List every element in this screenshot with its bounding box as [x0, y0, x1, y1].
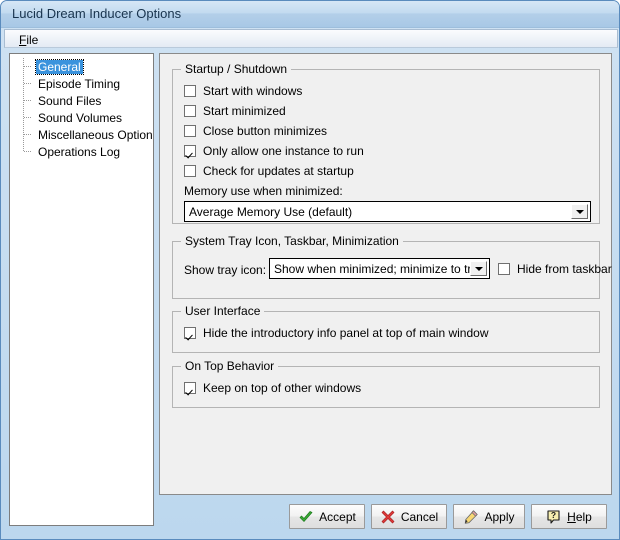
apply-button[interactable]: Apply — [453, 504, 525, 529]
sidebar-item-label: Miscellaneous Options — [36, 128, 154, 142]
checkbox-box[interactable] — [184, 382, 196, 394]
group-system-tray: System Tray Icon, Taskbar, Minimization … — [172, 241, 600, 299]
checkbox-label: Start minimized — [203, 104, 286, 118]
checkbox-box[interactable] — [184, 145, 196, 157]
sidebar-item-episode-timing[interactable]: Episode Timing — [10, 75, 153, 92]
options-window: Lucid Dream Inducer Options File General… — [0, 0, 620, 540]
checkbox-hide-intro-panel[interactable]: Hide the introductory info panel at top … — [184, 326, 489, 340]
checkbox-label: Close button minimizes — [203, 124, 327, 138]
pencil-icon — [463, 509, 479, 525]
cancel-button-label: Cancel — [401, 510, 438, 524]
sidebar-item-sound-files[interactable]: Sound Files — [10, 92, 153, 109]
checkbox-close-button-minimizes[interactable]: Close button minimizes — [184, 124, 327, 138]
sidebar-item-sound-volumes[interactable]: Sound Volumes — [10, 109, 153, 126]
checkbox-box[interactable] — [184, 327, 196, 339]
group-user-interface: User Interface Hide the introductory inf… — [172, 311, 600, 353]
accept-button-label: Accept — [319, 510, 356, 524]
menu-item-file[interactable]: File — [15, 32, 42, 48]
checkbox-hide-from-taskbar[interactable]: Hide from taskbar — [498, 262, 612, 276]
checkbox-box[interactable] — [184, 85, 196, 97]
show-tray-icon-combobox[interactable]: Show when minimized; minimize to tray — [269, 258, 490, 279]
settings-tree: General Episode Timing Sound Files Sound… — [10, 54, 153, 160]
sidebar-item-miscellaneous-options[interactable]: Miscellaneous Options — [10, 126, 153, 143]
accept-button[interactable]: Accept — [289, 504, 365, 529]
checkbox-keep-on-top[interactable]: Keep on top of other windows — [184, 381, 361, 395]
show-tray-icon-label: Show tray icon: — [184, 263, 266, 277]
checkbox-box[interactable] — [184, 125, 196, 137]
checkbox-label: Hide the introductory info panel at top … — [203, 326, 489, 340]
cancel-button[interactable]: Cancel — [371, 504, 447, 529]
menu-bar: File — [4, 29, 618, 48]
tree-guide-horizontal — [24, 100, 32, 101]
checkbox-start-minimized[interactable]: Start minimized — [184, 104, 286, 118]
group-startup-shutdown: Startup / Shutdown Start with windows St… — [172, 69, 600, 224]
sidebar-item-label: Episode Timing — [36, 77, 122, 91]
tree-guide-horizontal — [24, 151, 32, 152]
group-title: User Interface — [181, 304, 264, 318]
cross-icon — [380, 509, 396, 525]
group-on-top-behavior: On Top Behavior Keep on top of other win… — [172, 366, 600, 408]
tree-guide-horizontal — [24, 66, 32, 67]
title-bar: Lucid Dream Inducer Options — [1, 1, 620, 28]
checkbox-label: Check for updates at startup — [203, 164, 354, 178]
settings-content-panel: Startup / Shutdown Start with windows St… — [159, 53, 612, 495]
settings-tree-panel[interactable]: General Episode Timing Sound Files Sound… — [9, 53, 154, 526]
help-button-label: Help — [567, 510, 592, 524]
checkbox-box[interactable] — [498, 263, 510, 275]
menu-item-file-label: ile — [26, 33, 38, 47]
checkbox-label: Keep on top of other windows — [203, 381, 361, 395]
checkbox-label: Start with windows — [203, 84, 302, 98]
checkbox-label: Hide from taskbar — [517, 262, 612, 276]
checkbox-check-for-updates[interactable]: Check for updates at startup — [184, 164, 354, 178]
checkbox-only-allow-one-instance[interactable]: Only allow one instance to run — [184, 144, 364, 158]
checkbox-label: Only allow one instance to run — [203, 144, 364, 158]
apply-button-label: Apply — [484, 510, 514, 524]
help-button[interactable]: ? Help — [531, 504, 607, 529]
sidebar-item-general[interactable]: General — [10, 58, 153, 75]
tree-guide-horizontal — [24, 117, 32, 118]
show-tray-icon-value: Show when minimized; minimize to tray — [270, 262, 470, 276]
memory-use-combobox[interactable]: Average Memory Use (default) — [184, 201, 591, 222]
checkbox-start-with-windows[interactable]: Start with windows — [184, 84, 302, 98]
window-title: Lucid Dream Inducer Options — [12, 6, 181, 21]
sidebar-item-label: Operations Log — [36, 145, 122, 159]
sidebar-item-label: General — [36, 60, 83, 74]
group-title: Startup / Shutdown — [181, 62, 291, 76]
group-title: On Top Behavior — [181, 359, 278, 373]
sidebar-item-label: Sound Volumes — [36, 111, 124, 125]
memory-use-value: Average Memory Use (default) — [185, 205, 571, 219]
tree-guide-horizontal — [24, 134, 32, 135]
tree-guide-horizontal — [24, 83, 32, 84]
chevron-down-icon[interactable] — [470, 261, 487, 276]
group-title: System Tray Icon, Taskbar, Minimization — [181, 234, 403, 248]
sidebar-item-label: Sound Files — [36, 94, 103, 108]
sidebar-item-operations-log[interactable]: Operations Log — [10, 143, 153, 160]
checkbox-box[interactable] — [184, 165, 196, 177]
chevron-down-icon[interactable] — [571, 204, 588, 219]
help-balloon-icon: ? — [546, 509, 562, 525]
memory-use-label: Memory use when minimized: — [184, 184, 343, 198]
checkbox-box[interactable] — [184, 105, 196, 117]
check-icon — [298, 509, 314, 525]
svg-text:?: ? — [551, 510, 556, 520]
